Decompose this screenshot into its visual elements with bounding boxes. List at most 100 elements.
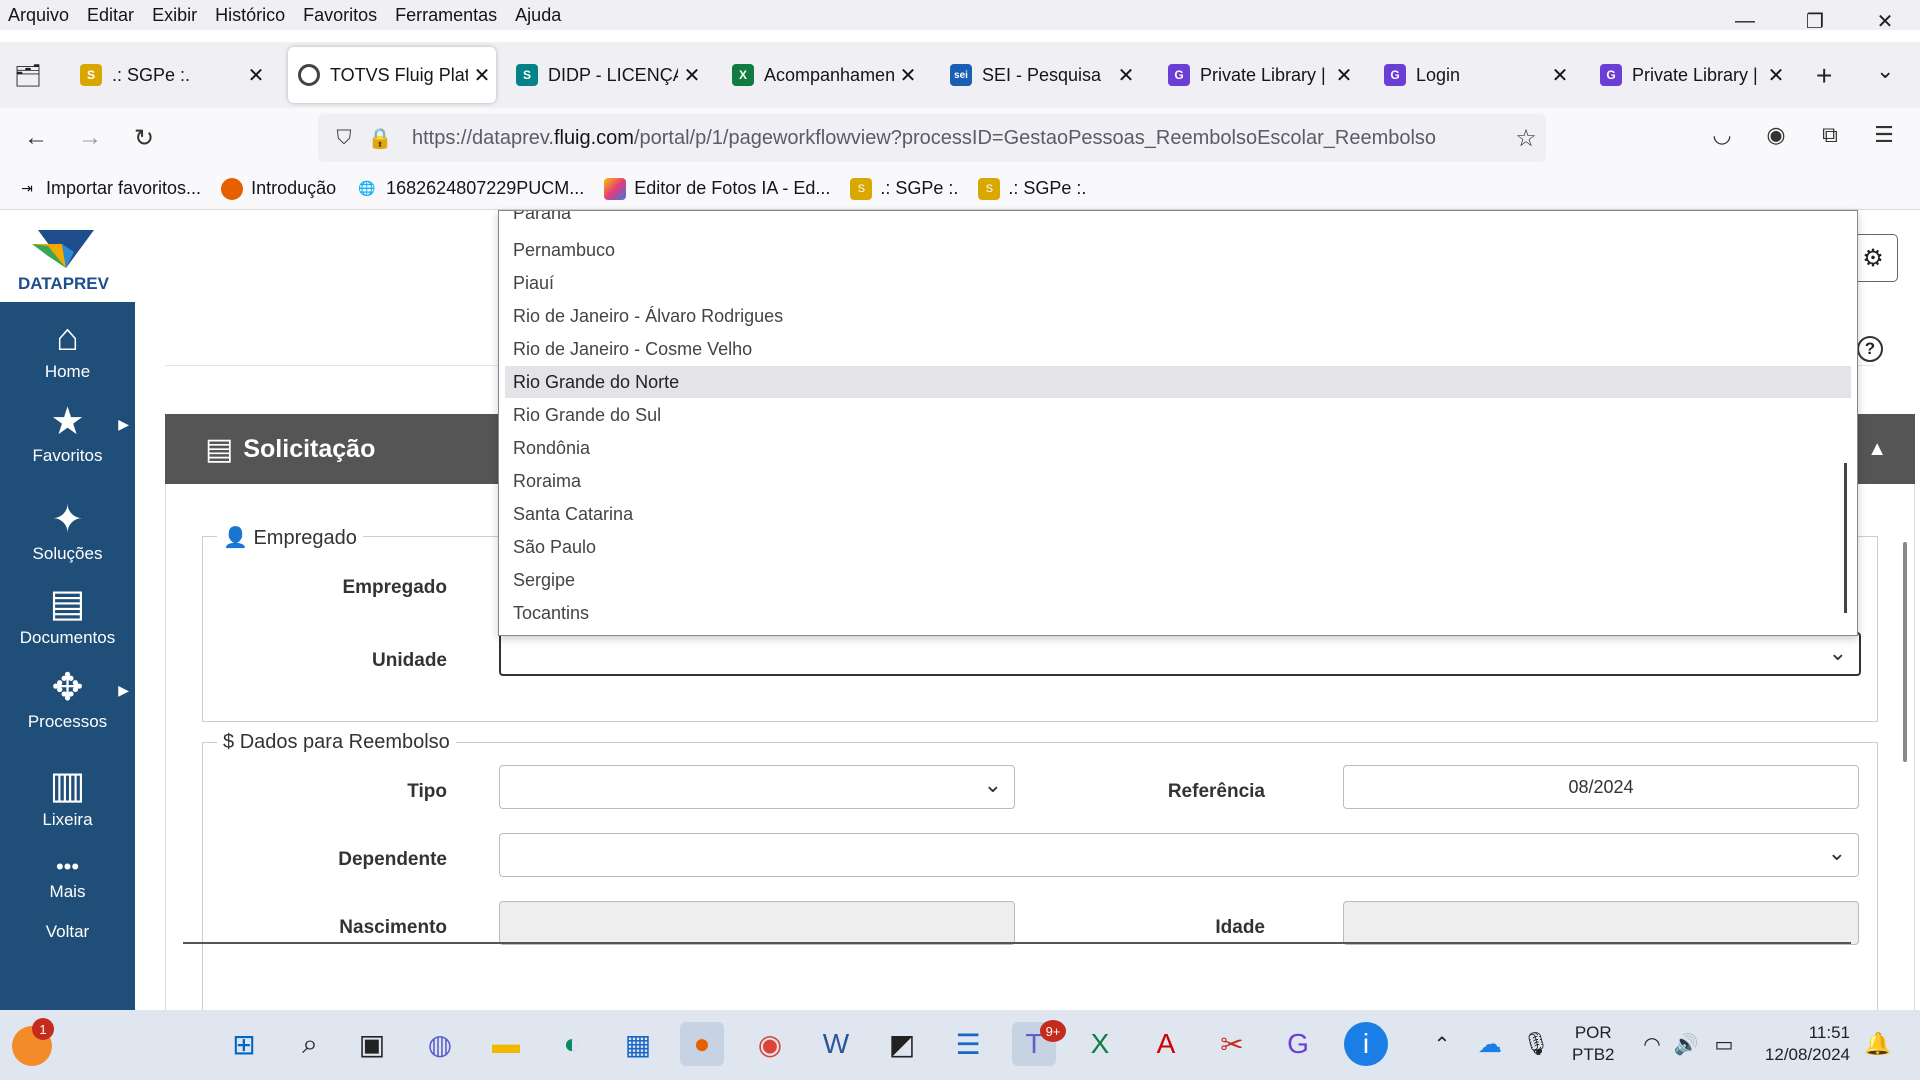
tab-list-icon[interactable]: 🗂 xyxy=(12,60,44,92)
help-icon[interactable]: ? xyxy=(1857,336,1883,362)
menu-arquivo[interactable]: Arquivo xyxy=(8,5,69,26)
chat-icon[interactable]: ◍ xyxy=(418,1022,462,1066)
search-icon[interactable]: ⌕ xyxy=(288,1022,332,1066)
bookmark-pucm[interactable]: 🌐 1682624807229PUCM... xyxy=(356,178,584,200)
notepad-icon[interactable]: ☰ xyxy=(946,1022,990,1066)
firefox-icon[interactable]: ● xyxy=(680,1022,724,1066)
bookmark-sgpe-2[interactable]: S.: SGPe :. xyxy=(978,177,1086,200)
shield-icon[interactable]: ⛉ xyxy=(326,127,362,150)
page-scrollbar[interactable] xyxy=(1903,542,1907,762)
sidebar-item-processos[interactable]: ✥ Processos ▶ xyxy=(0,666,135,732)
lock-icon[interactable]: 🔒 xyxy=(362,126,398,151)
tab-close-icon[interactable]: ✕ xyxy=(468,63,496,88)
hamburger-menu-icon[interactable]: ☰ xyxy=(1868,122,1900,148)
store-icon[interactable]: ▦ xyxy=(616,1022,660,1066)
expand-arrow-icon[interactable]: ▶ xyxy=(118,416,129,433)
option-sao-paulo[interactable]: São Paulo xyxy=(505,531,1851,563)
tab-acompanhamento[interactable]: X Acompanhamento ✕ xyxy=(722,47,922,103)
tab-private-library-1[interactable]: G Private Library | G ✕ xyxy=(1158,47,1358,103)
option-piaui[interactable]: Piauí xyxy=(505,267,1851,299)
sidebar-item-voltar[interactable]: Voltar xyxy=(0,922,135,942)
clock[interactable]: 11:51 12/08/2024 xyxy=(1756,1022,1850,1066)
snipping-tool-icon[interactable]: ✂ xyxy=(1210,1022,1254,1066)
acrobat-icon[interactable]: A xyxy=(1144,1022,1188,1066)
dependente-select[interactable]: ⌄ xyxy=(499,833,1859,877)
new-tab-button[interactable]: + xyxy=(1816,60,1832,92)
tab-close-icon[interactable]: ✕ xyxy=(1112,63,1140,88)
task-view-icon[interactable]: ▣ xyxy=(350,1022,394,1066)
option-roraima[interactable]: Roraima xyxy=(505,465,1851,497)
microphone-icon[interactable]: 🎙 xyxy=(1514,1022,1558,1066)
g-app-icon[interactable]: G xyxy=(1276,1022,1320,1066)
onedrive-icon[interactable]: ☁ xyxy=(1468,1022,1512,1066)
menu-ajuda[interactable]: Ajuda xyxy=(515,5,561,26)
file-explorer-icon[interactable]: ▬ xyxy=(484,1022,528,1066)
sidebar-item-documentos[interactable]: ▤ Documentos xyxy=(0,582,135,648)
tab-login[interactable]: G Login ✕ xyxy=(1374,47,1574,103)
close-window-button[interactable]: ✕ xyxy=(1850,0,1920,42)
edge-icon[interactable]: ◐ xyxy=(550,1022,594,1066)
account-icon[interactable]: ◉ xyxy=(1760,122,1792,148)
menu-exibir[interactable]: Exibir xyxy=(152,5,197,26)
tab-overflow-icon[interactable]: ⌄ xyxy=(1876,58,1894,84)
info-icon[interactable]: i xyxy=(1344,1022,1388,1066)
option-rio-grande-do-norte[interactable]: Rio Grande do Norte xyxy=(505,366,1851,398)
battery-icon[interactable]: ▭ xyxy=(1702,1022,1746,1066)
option-rj-cosme-velho[interactable]: Rio de Janeiro - Cosme Velho xyxy=(505,333,1851,365)
forward-button[interactable]: → xyxy=(74,122,106,154)
unidade-select[interactable]: ⌄ xyxy=(499,632,1861,676)
tab-sgpe-1[interactable]: S .: SGPe :. ✕ xyxy=(70,47,270,103)
minimize-button[interactable]: — xyxy=(1710,0,1780,42)
address-bar[interactable]: ⛉ 🔒 https://dataprev.fluig.com/portal/p/… xyxy=(318,114,1546,162)
tab-close-icon[interactable]: ✕ xyxy=(894,63,922,88)
chrome-icon[interactable]: ◉ xyxy=(748,1022,792,1066)
tab-close-icon[interactable]: ✕ xyxy=(678,63,706,88)
dropdown-scrollbar[interactable] xyxy=(1844,463,1847,613)
bookmark-introducao[interactable]: Introdução xyxy=(221,177,336,200)
menu-ferramentas[interactable]: Ferramentas xyxy=(395,5,497,26)
option-sergipe[interactable]: Sergipe xyxy=(505,564,1851,596)
url-text[interactable]: https://dataprev.fluig.com/portal/p/1/pa… xyxy=(412,127,1506,150)
bookmark-sgpe-1[interactable]: S.: SGPe :. xyxy=(850,177,958,200)
option-santa-catarina[interactable]: Santa Catarina xyxy=(505,498,1851,530)
excel-icon[interactable]: X xyxy=(1078,1022,1122,1066)
option-tocantins[interactable]: Tocantins xyxy=(505,597,1851,629)
option-rj-alvaro-rodrigues[interactable]: Rio de Janeiro - Álvaro Rodrigues xyxy=(505,300,1851,332)
sticky-notes-icon[interactable]: ◩ xyxy=(880,1022,924,1066)
chevron-up-icon[interactable]: ⌃ xyxy=(1420,1022,1464,1066)
pocket-icon[interactable]: ◡ xyxy=(1706,122,1738,148)
option-rondonia[interactable]: Rondônia xyxy=(505,432,1851,464)
tab-close-icon[interactable]: ✕ xyxy=(242,63,270,88)
tab-close-icon[interactable]: ✕ xyxy=(1762,63,1790,88)
extensions-icon[interactable]: ⧉ xyxy=(1814,122,1846,148)
restore-button[interactable]: ❐ xyxy=(1780,0,1850,42)
menu-historico[interactable]: Histórico xyxy=(215,5,285,26)
expand-arrow-icon[interactable]: ▶ xyxy=(118,682,129,699)
tipo-select[interactable]: ⌄ xyxy=(499,765,1015,809)
sidebar-item-favoritos[interactable]: ★ Favoritos ▶ xyxy=(0,400,135,466)
bookmark-editor-fotos[interactable]: Editor de Fotos IA - Ed... xyxy=(604,177,830,200)
sidebar-item-mais[interactable]: ••• Mais xyxy=(0,854,135,902)
bookmark-star-icon[interactable]: ☆ xyxy=(1506,124,1546,153)
reload-button[interactable]: ↻ xyxy=(128,122,160,154)
tab-close-icon[interactable]: ✕ xyxy=(1330,63,1358,88)
sidebar-item-lixeira[interactable]: ▥ Lixeira xyxy=(0,764,135,830)
word-icon[interactable]: W xyxy=(814,1022,858,1066)
option-parana[interactable]: Paraná xyxy=(505,211,1851,229)
sidebar-item-home[interactable]: ⌂ Home xyxy=(0,316,135,382)
referencia-input[interactable]: 08/2024 xyxy=(1343,765,1859,809)
language-indicator[interactable]: POR PTB2 xyxy=(1572,1022,1615,1066)
tab-sei[interactable]: sei SEI - Pesquisa ✕ xyxy=(940,47,1140,103)
sidebar-item-solucoes[interactable]: ✦ Soluções xyxy=(0,498,135,564)
tab-fluig[interactable]: TOTVS Fluig Plataforma ✕ xyxy=(288,47,496,103)
option-pernambuco[interactable]: Pernambuco xyxy=(505,234,1851,266)
tab-private-library-2[interactable]: G Private Library | G ✕ xyxy=(1590,47,1790,103)
menu-favoritos[interactable]: Favoritos xyxy=(303,5,377,26)
collapse-icon[interactable]: ▲ xyxy=(1867,438,1887,461)
tab-close-icon[interactable]: ✕ xyxy=(1546,63,1574,88)
back-button[interactable]: ← xyxy=(20,122,52,154)
menu-editar[interactable]: Editar xyxy=(87,5,134,26)
notification-bell-icon[interactable]: 🔔 xyxy=(1856,1022,1900,1066)
tab-didp[interactable]: S DIDP - LICENÇA ✕ xyxy=(506,47,706,103)
option-rio-grande-do-sul[interactable]: Rio Grande do Sul xyxy=(505,399,1851,431)
